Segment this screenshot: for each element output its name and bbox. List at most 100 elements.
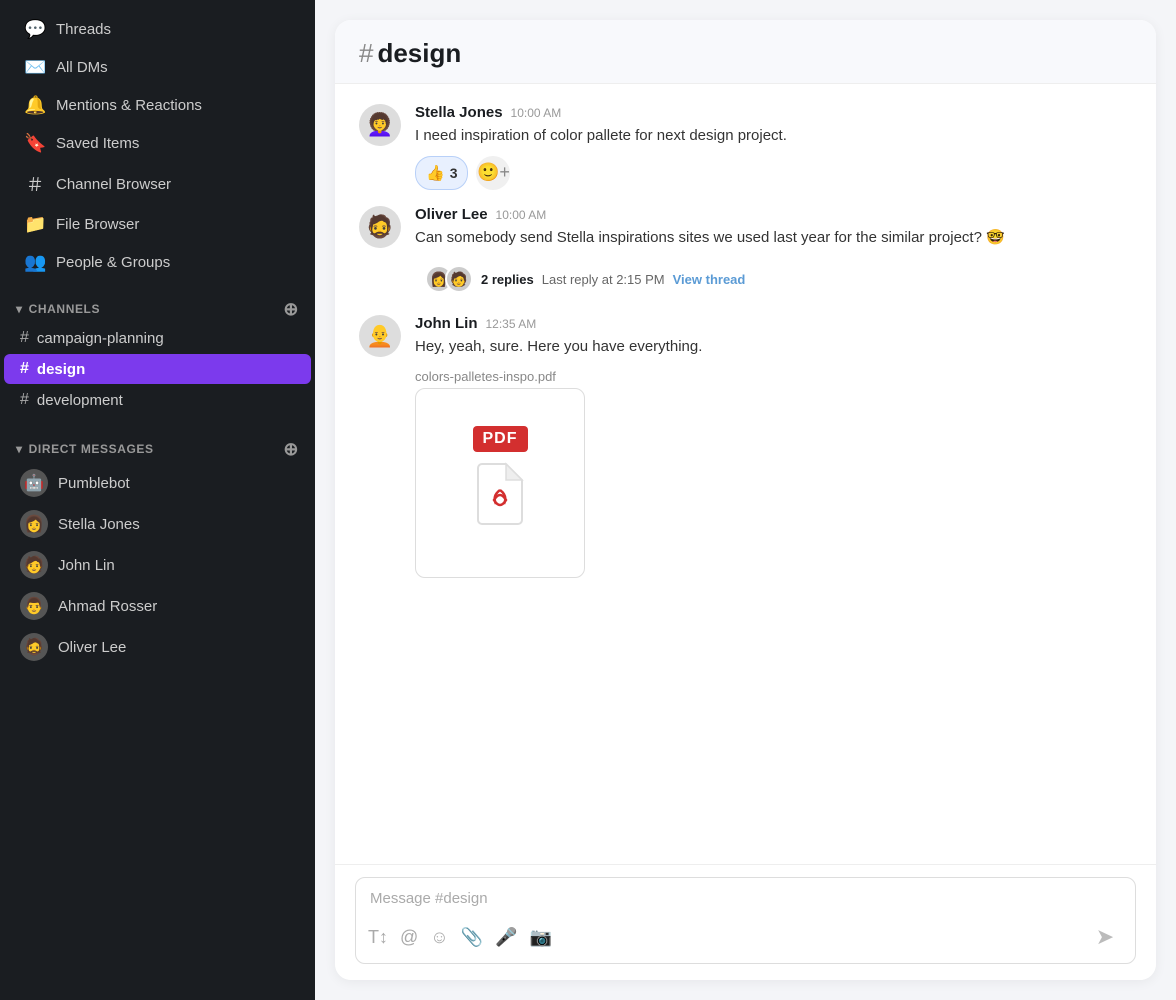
send-button[interactable]: ➤ xyxy=(1087,919,1123,955)
dm-section-header: ▾ DIRECT MESSAGES ⊕ xyxy=(0,430,315,462)
sidebar-dm-oliver-lee[interactable]: 🧔 Oliver Lee xyxy=(4,627,311,667)
dm-label: Oliver Lee xyxy=(58,639,126,656)
sidebar-item-saved[interactable]: 🔖 Saved Items xyxy=(8,125,307,162)
sidebar-item-all-dms[interactable]: ✉️ All DMs xyxy=(8,49,307,86)
chevron-down-icon: ▾ xyxy=(16,302,23,316)
message-author: Oliver Lee xyxy=(415,206,488,223)
sidebar-item-channel-browser[interactable]: ＃ Channel Browser xyxy=(8,163,307,205)
add-dm-button[interactable]: ⊕ xyxy=(283,440,299,458)
sidebar-item-label: File Browser xyxy=(56,216,139,233)
message-input[interactable] xyxy=(356,878,1135,913)
message-body: John Lin 12:35 AM Hey, yeah, sure. Here … xyxy=(415,315,1132,578)
sidebar-channel-campaign-planning[interactable]: # campaign-planning xyxy=(4,323,311,353)
channels-section-label: CHANNELS xyxy=(29,302,100,316)
mention-icon[interactable]: @ xyxy=(400,927,418,948)
message-body: Stella Jones 10:00 AM I need inspiration… xyxy=(415,104,1132,190)
sidebar-item-label: Saved Items xyxy=(56,135,139,152)
message-author: John Lin xyxy=(415,315,478,332)
hash-icon: # xyxy=(20,391,29,409)
channel-browser-icon: ＃ xyxy=(24,171,46,197)
sidebar-dm-john-lin[interactable]: 🧑 John Lin xyxy=(4,545,311,585)
avatar: 👩 xyxy=(20,510,48,538)
sidebar-dm-stella-jones[interactable]: 👩 Stella Jones xyxy=(4,504,311,544)
sidebar-dm-pumblebot[interactable]: 🤖 Pumblebot xyxy=(4,463,311,503)
pdf-badge: PDF xyxy=(473,426,528,452)
emoji-icon[interactable]: ☺ xyxy=(430,927,448,948)
message-row: 👩‍🦱 Stella Jones 10:00 AM I need inspira… xyxy=(359,104,1132,190)
sidebar-item-label: Channel Browser xyxy=(56,176,171,193)
reply-avatars: 👩🧑 xyxy=(425,265,473,293)
reaction-emoji: 👍 xyxy=(426,164,445,182)
sidebar-item-mentions[interactable]: 🔔 Mentions & Reactions xyxy=(8,87,307,124)
message-time: 10:00 AM xyxy=(496,208,547,222)
reactions: 👍 3 🙂+ xyxy=(415,156,1132,190)
video-icon[interactable]: 📷 xyxy=(530,927,552,948)
message-body: Oliver Lee 10:00 AM Can somebody send St… xyxy=(415,206,1132,300)
main-content: # design 👩‍🦱 Stella Jones 10:00 AM I nee… xyxy=(315,0,1176,1000)
sidebar-dm-ahmad-rosser[interactable]: 👨 Ahmad Rosser xyxy=(4,586,311,626)
avatar: 🧔 xyxy=(20,633,48,661)
hash-icon: # xyxy=(20,360,29,378)
input-toolbar: T↕ @ ☺ 📎 🎤 📷 ➤ xyxy=(356,913,1135,963)
avatar: 👨 xyxy=(20,592,48,620)
file-browser-icon: 📁 xyxy=(24,214,46,235)
sidebar-item-threads[interactable]: 💬 Threads xyxy=(8,11,307,48)
channels-collapse-btn[interactable]: ▾ CHANNELS xyxy=(16,302,100,316)
add-channel-button[interactable]: ⊕ xyxy=(283,300,299,318)
replies-count: 2 replies xyxy=(481,272,534,287)
reaction-count: 3 xyxy=(450,165,458,181)
avatar: 🧔 xyxy=(359,206,401,248)
dm-label: John Lin xyxy=(58,557,115,574)
audio-icon[interactable]: 🎤 xyxy=(495,927,517,948)
channel-header: # design xyxy=(335,20,1156,84)
reaction-button[interactable]: 👍 3 xyxy=(415,156,468,190)
message-header: Oliver Lee 10:00 AM xyxy=(415,206,1132,223)
reply-avatar: 🧑 xyxy=(445,265,473,293)
message-input-area: T↕ @ ☺ 📎 🎤 📷 ➤ xyxy=(335,864,1156,980)
dm-label: Stella Jones xyxy=(58,516,140,533)
mentions-icon: 🔔 xyxy=(24,95,46,116)
pdf-icon xyxy=(474,462,526,539)
attach-icon[interactable]: 📎 xyxy=(461,927,483,948)
message-text: I need inspiration of color pallete for … xyxy=(415,125,1132,148)
hash-icon: # xyxy=(20,329,29,347)
sidebar-item-file-browser[interactable]: 📁 File Browser xyxy=(8,206,307,243)
sidebar-channels: # campaign-planning# design# development xyxy=(0,322,315,416)
messages-area: 👩‍🦱 Stella Jones 10:00 AM I need inspira… xyxy=(335,84,1156,864)
message-row: 🧔 Oliver Lee 10:00 AM Can somebody send … xyxy=(359,206,1132,300)
sidebar-item-label: Threads xyxy=(56,21,111,38)
chevron-down-icon: ▾ xyxy=(16,442,23,456)
file-name: colors-palletes-inspo.pdf xyxy=(415,369,1132,384)
saved-icon: 🔖 xyxy=(24,133,46,154)
channel-label: campaign-planning xyxy=(37,330,164,347)
channel-label: development xyxy=(37,392,123,409)
dm-label: Pumblebot xyxy=(58,475,130,492)
message-author: Stella Jones xyxy=(415,104,503,121)
view-thread-link[interactable]: View thread xyxy=(673,272,746,287)
pdf-preview[interactable]: PDF xyxy=(415,388,585,578)
sidebar: 💬 Threads✉️ All DMs🔔 Mentions & Reaction… xyxy=(0,0,315,1000)
channel-label: design xyxy=(37,361,85,378)
sidebar-item-people-groups[interactable]: 👥 People & Groups xyxy=(8,244,307,281)
threads-icon: 💬 xyxy=(24,19,46,40)
avatar: 🧑 xyxy=(20,551,48,579)
text-format-icon[interactable]: T↕ xyxy=(368,927,388,948)
dm-collapse-btn[interactable]: ▾ DIRECT MESSAGES xyxy=(16,442,154,456)
sidebar-dms: 🤖 Pumblebot👩 Stella Jones🧑 John Lin👨 Ahm… xyxy=(0,462,315,668)
avatar: 🤖 xyxy=(20,469,48,497)
sidebar-nav: 💬 Threads✉️ All DMs🔔 Mentions & Reaction… xyxy=(0,10,315,282)
channel-hash: # xyxy=(359,38,373,69)
message-text: Can somebody send Stella inspirations si… xyxy=(415,227,1132,250)
avatar: 👩‍🦱 xyxy=(359,104,401,146)
replies-last-time: Last reply at 2:15 PM xyxy=(542,272,665,287)
sidebar-channel-design[interactable]: # design xyxy=(4,354,311,384)
thread-replies[interactable]: 👩🧑 2 replies Last reply at 2:15 PM View … xyxy=(415,259,1132,299)
add-reaction-button[interactable]: 🙂+ xyxy=(476,156,510,190)
sidebar-item-label: Mentions & Reactions xyxy=(56,97,202,114)
sidebar-channel-development[interactable]: # development xyxy=(4,385,311,415)
avatar: 🧑‍🦲 xyxy=(359,315,401,357)
chat-container: # design 👩‍🦱 Stella Jones 10:00 AM I nee… xyxy=(335,20,1156,980)
dm-section-label: DIRECT MESSAGES xyxy=(29,442,154,456)
channel-name: design xyxy=(377,38,461,69)
message-header: Stella Jones 10:00 AM xyxy=(415,104,1132,121)
